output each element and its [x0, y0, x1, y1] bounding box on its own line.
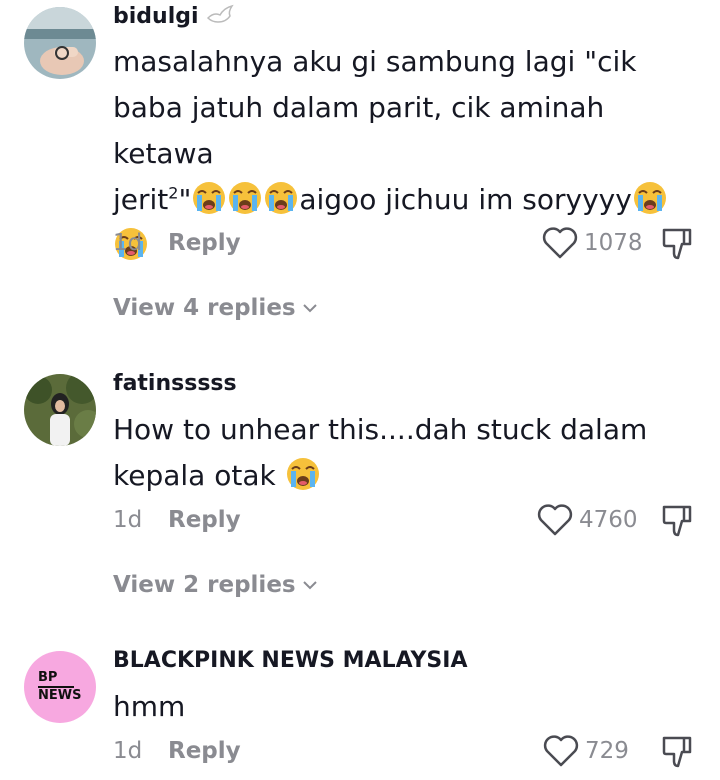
loudly-crying-face-icon	[632, 181, 667, 215]
thumbs-down-icon[interactable]	[660, 503, 696, 539]
loudly-crying-face-icon	[228, 181, 263, 215]
like-count: 729	[585, 738, 629, 764]
username[interactable]: BLACKPINK NEWS MALAYSIA	[113, 648, 468, 673]
avatar[interactable]	[24, 374, 96, 446]
avatar-logo: BP NEWS	[38, 670, 82, 703]
avatar[interactable]	[24, 7, 96, 79]
loudly-crying-face-icon	[264, 181, 299, 215]
like-button[interactable]: 4760	[537, 503, 638, 537]
thumbs-down-icon[interactable]	[660, 226, 696, 262]
heart-outline-icon	[537, 504, 573, 536]
heart-outline-icon	[542, 227, 578, 259]
like-count: 4760	[579, 507, 638, 533]
avatar[interactable]: BP NEWS	[24, 651, 96, 723]
comment-time: 1d	[113, 507, 143, 533]
loudly-crying-face-icon	[285, 457, 320, 491]
view-replies-button[interactable]: View 4 replies	[113, 295, 318, 321]
thumbs-down-icon[interactable]	[660, 734, 696, 770]
chevron-down-icon	[302, 581, 317, 590]
like-button[interactable]: 729	[543, 734, 629, 768]
like-count: 1078	[584, 230, 643, 256]
reply-button[interactable]: Reply	[168, 738, 241, 764]
loudly-crying-face-icon	[192, 181, 227, 215]
chevron-down-icon	[302, 304, 317, 313]
comment-time: 1d	[113, 738, 143, 764]
comment-text: How to unhear this....dah stuck dalam ke…	[113, 413, 648, 492]
like-button[interactable]: 1078	[542, 226, 643, 260]
view-replies-button[interactable]: View 2 replies	[113, 572, 318, 598]
reply-button[interactable]: Reply	[168, 230, 241, 256]
username[interactable]: fatinsssss	[113, 371, 237, 396]
comment-time: 1d	[113, 230, 143, 256]
username[interactable]: bidulgi	[113, 4, 236, 29]
reply-button[interactable]: Reply	[168, 507, 241, 533]
dove-icon	[207, 4, 234, 23]
heart-outline-icon	[543, 735, 579, 767]
comment-text: hmm	[113, 690, 186, 723]
